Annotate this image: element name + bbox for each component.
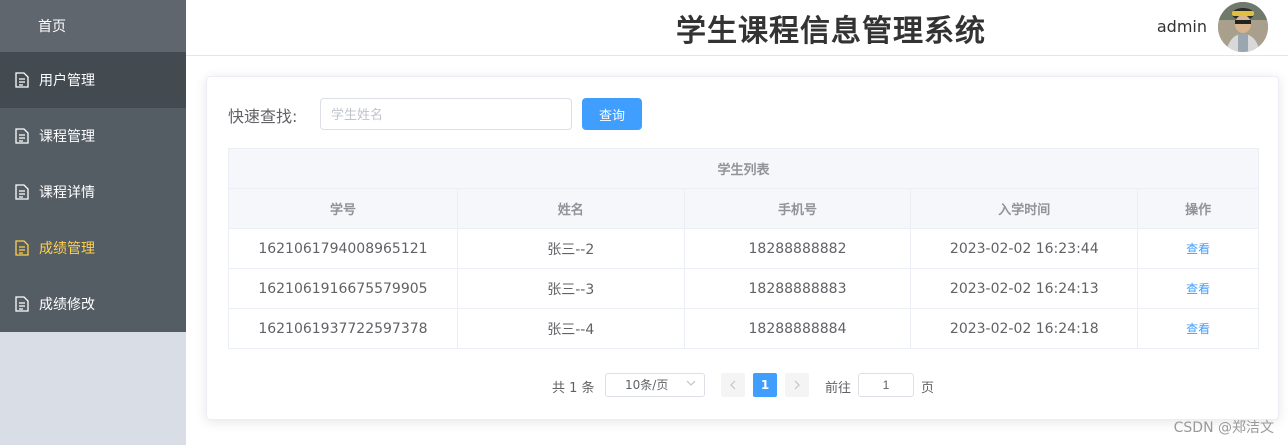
cell-name: 张三--3: [456, 268, 685, 309]
sidebar-item-grade-edit[interactable]: 成绩修改: [0, 276, 186, 332]
cell-time: 2023-02-02 16:24:18: [910, 308, 1139, 349]
cell-name: 张三--2: [456, 228, 685, 269]
sidebar: 首页 用户管理 课程管理 课程详情 成绩管理 成绩修改: [0, 0, 186, 445]
sidebar-item-label: 用户管理: [39, 73, 95, 89]
cell-id: 1621061916675579905: [228, 268, 458, 309]
table-row: 1621061916675579905 张三--3 18288888883 20…: [228, 268, 1259, 309]
view-link[interactable]: 查看: [1137, 308, 1259, 349]
column-header: 手机号: [683, 188, 912, 229]
sidebar-menu: 首页 用户管理 课程管理 课程详情 成绩管理 成绩修改: [0, 0, 186, 332]
column-header: 操作: [1137, 188, 1259, 229]
view-link[interactable]: 查看: [1137, 268, 1259, 309]
sidebar-item-label: 课程管理: [39, 129, 95, 145]
page-size-value: 10条/页: [625, 378, 669, 392]
student-table: 学生列表 学号 姓名 手机号 入学时间 操作 16210617940089651…: [228, 148, 1259, 349]
pagination-total: 共 1 条: [552, 381, 595, 396]
chevron-right-icon: [794, 380, 800, 390]
sidebar-item-course-details[interactable]: 课程详情: [0, 164, 186, 220]
pagination: 共 1 条 10条/页 1 前往 页: [207, 373, 1280, 397]
prev-page-button[interactable]: [721, 373, 745, 397]
chevron-down-icon: [686, 380, 696, 386]
cell-time: 2023-02-02 16:23:44: [910, 228, 1139, 269]
cell-name: 张三--4: [456, 308, 685, 349]
cell-phone: 18288888884: [683, 308, 912, 349]
sidebar-item-course-management[interactable]: 课程管理: [0, 108, 186, 164]
username[interactable]: admin: [1157, 17, 1207, 36]
search-button[interactable]: 查询: [582, 98, 642, 130]
document-icon: [15, 128, 29, 144]
document-icon: [15, 72, 29, 88]
search-label: 快速查找:: [228, 107, 298, 126]
table-caption: 学生列表: [228, 148, 1259, 189]
page-number-current[interactable]: 1: [753, 373, 777, 397]
next-page-button[interactable]: [785, 373, 809, 397]
sidebar-item-label: 成绩管理: [39, 241, 95, 257]
goto-label: 前往: [825, 381, 852, 396]
page-title: 学生课程信息管理系统: [676, 14, 986, 49]
column-header: 入学时间: [910, 188, 1139, 229]
page-unit-label: 页: [921, 381, 935, 396]
goto-page-input[interactable]: [858, 373, 914, 397]
column-header: 学号: [228, 188, 458, 229]
cell-id: 1621061937722597378: [228, 308, 458, 349]
column-header: 姓名: [456, 188, 685, 229]
cell-time: 2023-02-02 16:24:13: [910, 268, 1139, 309]
table-header-row: 学号 姓名 手机号 入学时间 操作: [228, 188, 1259, 229]
document-icon: [15, 184, 29, 200]
document-icon: [15, 240, 29, 256]
sidebar-item-grade-management[interactable]: 成绩管理: [0, 220, 186, 276]
search-input[interactable]: [320, 98, 572, 130]
document-icon: [15, 296, 29, 312]
cell-id: 1621061794008965121: [228, 228, 458, 269]
cell-phone: 18288888883: [683, 268, 912, 309]
sidebar-item-label: 成绩修改: [39, 297, 95, 313]
chevron-left-icon: [730, 380, 736, 390]
cell-phone: 18288888882: [683, 228, 912, 269]
table-row: 1621061794008965121 张三--2 18288888882 20…: [228, 228, 1259, 269]
watermark: CSDN @郑洁文: [1173, 420, 1274, 436]
table-row: 1621061937722597378 张三--4 18288888884 20…: [228, 308, 1259, 349]
header: 学生课程信息管理系统 admin: [186, 0, 1288, 56]
page-size-select[interactable]: 10条/页: [605, 373, 705, 397]
view-link[interactable]: 查看: [1137, 228, 1259, 269]
sidebar-item-home[interactable]: 首页: [0, 0, 186, 52]
content-card: 快速查找: 查询 学生列表 学号 姓名 手机号 入学时间 操作 16210617…: [206, 76, 1279, 420]
avatar[interactable]: [1218, 2, 1268, 52]
sidebar-item-label: 课程详情: [39, 185, 95, 201]
sidebar-item-user-management[interactable]: 用户管理: [0, 52, 186, 108]
avatar-image: [1218, 2, 1268, 52]
sidebar-item-label: 首页: [38, 19, 66, 35]
